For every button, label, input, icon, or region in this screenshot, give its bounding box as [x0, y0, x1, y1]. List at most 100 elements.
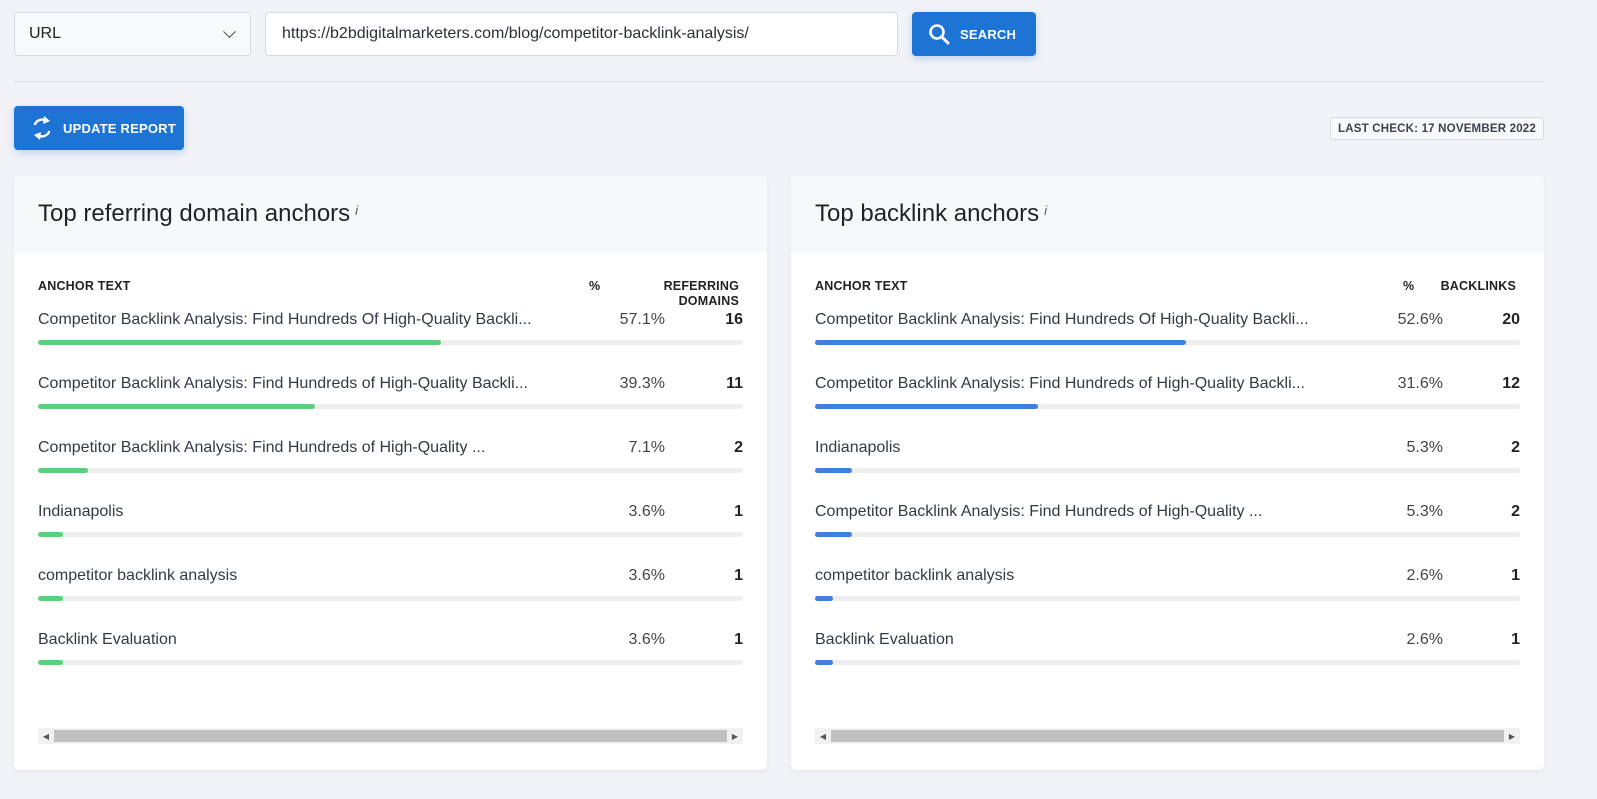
column-header-backlinks[interactable]: BACKLINKS — [1441, 279, 1516, 294]
percent-value: 31.6% — [1397, 375, 1443, 392]
count-value[interactable]: 12 — [1502, 375, 1520, 393]
progress-fill — [815, 404, 1038, 409]
percent-value: 2.6% — [1406, 567, 1443, 584]
scroll-left-icon[interactable]: ◀ — [815, 728, 831, 744]
column-header-percent[interactable]: % — [589, 279, 600, 293]
progress-fill — [38, 340, 441, 345]
update-report-label: UPDATE REPORT — [63, 120, 176, 136]
search-icon — [929, 24, 950, 45]
column-header-line-1: REFERRING — [663, 279, 739, 293]
table-row: competitor backlink analysis 3.6% 1 — [38, 567, 743, 631]
scroll-left-icon[interactable]: ◀ — [38, 728, 54, 744]
table-row: Backlink Evaluation 3.6% 1 — [38, 631, 743, 695]
column-header-line-2: DOMAINS — [678, 294, 739, 308]
horizontal-scrollbar[interactable]: ◀ ▶ — [815, 728, 1520, 744]
info-icon[interactable]: i — [355, 203, 358, 218]
progress-track — [815, 596, 1520, 601]
column-header-anchor-text[interactable]: ANCHOR TEXT — [38, 279, 130, 293]
progress-fill — [38, 596, 64, 601]
count-value[interactable]: 1 — [734, 631, 743, 649]
progress-track — [38, 660, 743, 665]
percent-value: 7.1% — [628, 439, 665, 456]
progress-fill — [38, 468, 89, 473]
anchor-text[interactable]: Backlink Evaluation — [38, 631, 177, 649]
table-row: Backlink Evaluation 2.6% 1 — [815, 631, 1520, 695]
anchor-text[interactable]: Competitor Backlink Analysis: Find Hundr… — [38, 311, 532, 329]
column-header-referring-domains[interactable]: REFERRING DOMAINS — [664, 279, 739, 309]
percent-value: 3.6% — [628, 503, 665, 520]
count-value[interactable]: 1 — [734, 567, 743, 585]
anchor-text[interactable]: Competitor Backlink Analysis: Find Hundr… — [38, 439, 485, 457]
search-type-value: URL — [29, 25, 62, 42]
percent-value: 39.3% — [619, 375, 665, 392]
search-button[interactable]: SEARCH — [912, 12, 1036, 56]
table-header: ANCHOR TEXT % REFERRING DOMAINS — [14, 253, 767, 311]
count-value[interactable]: 1 — [1511, 631, 1520, 649]
percent-value: 2.6% — [1406, 631, 1443, 648]
info-icon[interactable]: i — [1044, 203, 1047, 218]
horizontal-scrollbar[interactable]: ◀ ▶ — [38, 728, 743, 744]
anchor-text[interactable]: Backlink Evaluation — [815, 631, 954, 649]
table-header: ANCHOR TEXT % BACKLINKS — [791, 253, 1544, 311]
progress-track — [38, 532, 743, 537]
anchor-text[interactable]: Competitor Backlink Analysis: Find Hundr… — [38, 375, 528, 393]
card-header: Top referring domain anchors i — [14, 176, 767, 253]
scroll-right-icon[interactable]: ▶ — [1504, 728, 1520, 744]
count-value[interactable]: 20 — [1502, 311, 1520, 329]
count-value[interactable]: 1 — [1511, 567, 1520, 585]
update-report-button[interactable]: UPDATE REPORT — [14, 106, 184, 150]
column-header-line-1: BACKLINKS — [1440, 279, 1516, 293]
count-value[interactable]: 11 — [726, 375, 743, 393]
scroll-right-icon[interactable]: ▶ — [727, 728, 743, 744]
table-row: Competitor Backlink Analysis: Find Hundr… — [38, 439, 743, 503]
progress-fill — [815, 340, 1186, 345]
refresh-icon — [33, 116, 51, 140]
progress-track — [815, 660, 1520, 665]
anchor-rows: Competitor Backlink Analysis: Find Hundr… — [14, 311, 767, 695]
table-row: Indianapolis 3.6% 1 — [38, 503, 743, 567]
anchor-text[interactable]: Indianapolis — [38, 503, 123, 521]
progress-fill — [815, 532, 853, 537]
url-input[interactable] — [265, 12, 898, 56]
table-row: Competitor Backlink Analysis: Find Hundr… — [815, 311, 1520, 375]
percent-value: 52.6% — [1397, 311, 1443, 328]
referring-domain-anchors-card: Top referring domain anchors i ANCHOR TEX… — [14, 176, 767, 770]
card-header: Top backlink anchors i — [791, 176, 1544, 253]
anchor-rows: Competitor Backlink Analysis: Find Hundr… — [791, 311, 1544, 695]
progress-track — [815, 468, 1520, 473]
backlink-anchors-card: Top backlink anchors i ANCHOR TEXT % BACK… — [791, 176, 1544, 770]
anchor-text[interactable]: Competitor Backlink Analysis: Find Hundr… — [815, 311, 1309, 329]
count-value[interactable]: 1 — [734, 503, 743, 521]
column-header-anchor-text[interactable]: ANCHOR TEXT — [815, 279, 907, 293]
progress-fill — [38, 660, 64, 665]
progress-fill — [38, 532, 64, 537]
column-header-percent[interactable]: % — [1403, 279, 1414, 293]
progress-track — [815, 404, 1520, 409]
progress-track — [815, 340, 1520, 345]
percent-value: 3.6% — [628, 631, 665, 648]
search-type-select[interactable]: URL — [14, 12, 251, 56]
count-value[interactable]: 16 — [725, 311, 743, 329]
scrollbar-thumb[interactable] — [831, 730, 1504, 742]
table-row: Competitor Backlink Analysis: Find Hundr… — [38, 375, 743, 439]
percent-value: 3.6% — [628, 567, 665, 584]
anchor-text[interactable]: Competitor Backlink Analysis: Find Hundr… — [815, 375, 1305, 393]
table-row: Competitor Backlink Analysis: Find Hundr… — [815, 503, 1520, 567]
progress-track — [815, 532, 1520, 537]
table-row: competitor backlink analysis 2.6% 1 — [815, 567, 1520, 631]
progress-track — [38, 404, 743, 409]
progress-fill — [815, 660, 834, 665]
count-value[interactable]: 2 — [734, 439, 743, 457]
count-value[interactable]: 2 — [1511, 503, 1520, 521]
anchor-text[interactable]: competitor backlink analysis — [815, 567, 1014, 585]
search-button-label: SEARCH — [960, 26, 1017, 42]
anchor-text[interactable]: Indianapolis — [815, 439, 900, 457]
anchor-text[interactable]: competitor backlink analysis — [38, 567, 237, 585]
count-value[interactable]: 2 — [1511, 439, 1520, 457]
percent-value: 5.3% — [1406, 503, 1443, 520]
progress-fill — [815, 468, 853, 473]
anchor-text[interactable]: Competitor Backlink Analysis: Find Hundr… — [815, 503, 1262, 521]
scrollbar-thumb[interactable] — [54, 730, 727, 742]
search-bar: URL SEARCH — [14, 12, 1036, 56]
progress-fill — [815, 596, 834, 601]
